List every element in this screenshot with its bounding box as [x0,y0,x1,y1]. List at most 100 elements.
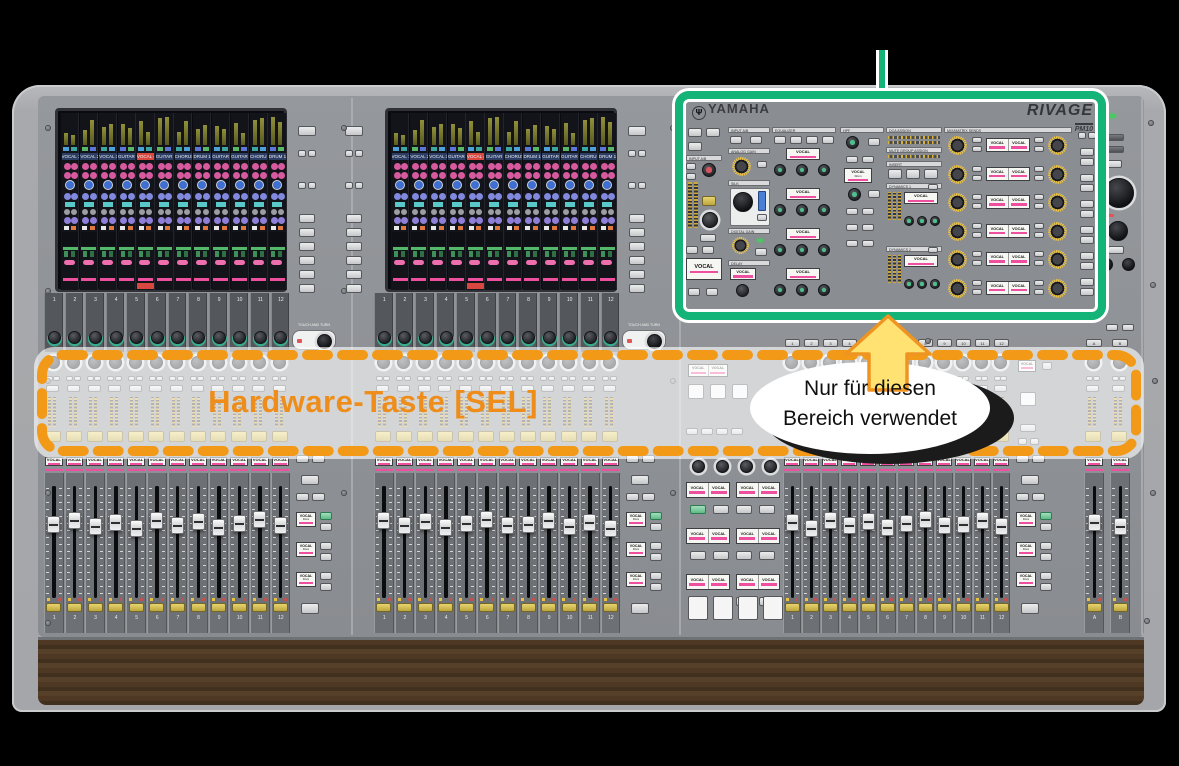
screen-knob[interactable] [450,193,457,200]
bank-button[interactable] [299,284,315,293]
screen-channel-strip[interactable]: GUITAR 3 [561,113,579,290]
screen-pan-knob[interactable] [414,180,424,190]
paired-button[interactable] [312,493,325,501]
on-button[interactable] [880,603,895,612]
screen-knob[interactable] [252,209,258,215]
screen-knob[interactable] [278,163,285,170]
screen-encoder[interactable] [398,331,411,344]
screen-knob[interactable] [82,193,89,200]
screen-button[interactable] [489,202,499,207]
screen-knob[interactable] [139,193,146,200]
screen-knob[interactable] [271,163,278,170]
screen-knob[interactable] [412,172,419,179]
screen-button[interactable] [508,202,518,207]
screen-knob[interactable] [495,172,502,179]
screen-pan-knob[interactable] [508,180,518,190]
screen-knob[interactable] [488,163,495,170]
screen-knob[interactable] [90,172,97,179]
bank-button[interactable] [299,242,315,251]
fader-handle[interactable] [583,514,596,531]
screen-knob[interactable] [552,217,559,224]
screen-knob[interactable] [158,193,165,200]
screen-knob[interactable] [563,217,570,224]
screen-pan-knob[interactable] [584,180,594,190]
paired-button[interactable] [296,493,309,501]
screen-knob[interactable] [146,209,152,215]
screen-knob[interactable] [195,209,201,215]
screen-knob[interactable] [571,217,578,224]
screen-knob[interactable] [214,217,221,224]
screen-knob[interactable] [139,172,146,179]
monitor-level-knob[interactable] [1104,178,1134,208]
screen-button[interactable] [584,202,594,207]
on-button[interactable] [975,603,990,612]
screen-knob[interactable] [495,217,502,224]
screen-knob[interactable] [184,217,191,224]
screen-knob[interactable] [601,209,607,215]
screen-knob[interactable] [203,209,209,215]
screen-knob[interactable] [101,163,108,170]
screen-knob[interactable] [450,163,457,170]
paired-button[interactable] [355,150,363,157]
on-button[interactable] [459,603,474,612]
on-button[interactable] [149,603,164,612]
utility-button[interactable] [1106,146,1124,153]
screen-knob[interactable] [120,172,127,179]
paired-button[interactable] [638,150,646,157]
custom-button[interactable] [650,512,662,520]
user-knob[interactable] [740,460,753,473]
phones-b-knob[interactable] [1122,258,1135,271]
screen-knob[interactable] [158,209,164,215]
user-button[interactable] [759,505,775,514]
fader-handle[interactable] [862,513,875,530]
screen-knob[interactable] [601,172,608,179]
screen-knob[interactable] [165,217,172,224]
user-defined-key[interactable] [713,596,733,620]
screen-knob[interactable] [458,172,465,179]
screen-knob[interactable] [563,163,570,170]
screen-knob[interactable] [165,193,172,200]
on-button[interactable] [562,603,577,612]
fader-handle[interactable] [957,516,970,533]
layer-button[interactable]: 12 [994,339,1009,347]
screen-knob[interactable] [608,163,615,170]
screen-knob[interactable] [420,209,426,215]
screen-knob[interactable] [544,193,551,200]
screen-knob[interactable] [214,163,221,170]
screen-pan-knob[interactable] [122,180,132,190]
screen-knob[interactable] [109,163,116,170]
screen-button[interactable] [433,202,443,207]
screen-knob[interactable] [488,193,495,200]
screen-knob[interactable] [120,163,127,170]
layer-button[interactable]: 10 [956,339,971,347]
screen-knob[interactable] [608,209,614,215]
utility-button[interactable] [1106,134,1124,141]
custom-button[interactable] [1040,572,1052,580]
screen-knob[interactable] [514,172,521,179]
screen-knob[interactable] [488,172,495,179]
fader-handle[interactable] [542,512,555,529]
layer-button[interactable]: 3 [823,339,838,347]
screen-channel-strip[interactable]: GUITAR 1 [118,113,136,290]
screen-knob[interactable] [177,209,183,215]
screen-knob[interactable] [203,163,210,170]
screen-pan-knob[interactable] [452,180,462,190]
screen-knob[interactable] [394,209,400,215]
on-button[interactable] [418,603,433,612]
on-button[interactable] [67,603,82,612]
bank-button[interactable] [299,214,315,223]
bank-button[interactable] [346,242,362,251]
screen-knob[interactable] [165,163,172,170]
screen-knob[interactable] [439,163,446,170]
screen-knob[interactable] [260,172,267,179]
screen-knob[interactable] [401,193,408,200]
screen-encoder[interactable] [130,331,143,344]
screen-knob[interactable] [590,172,597,179]
screen-encoder[interactable] [68,331,81,344]
screen-knob[interactable] [64,193,71,200]
screen-knob[interactable] [412,209,418,215]
screen-knob[interactable] [139,163,146,170]
screen-knob[interactable] [476,193,483,200]
fader-handle[interactable] [501,517,514,534]
paired-button[interactable] [308,150,316,157]
